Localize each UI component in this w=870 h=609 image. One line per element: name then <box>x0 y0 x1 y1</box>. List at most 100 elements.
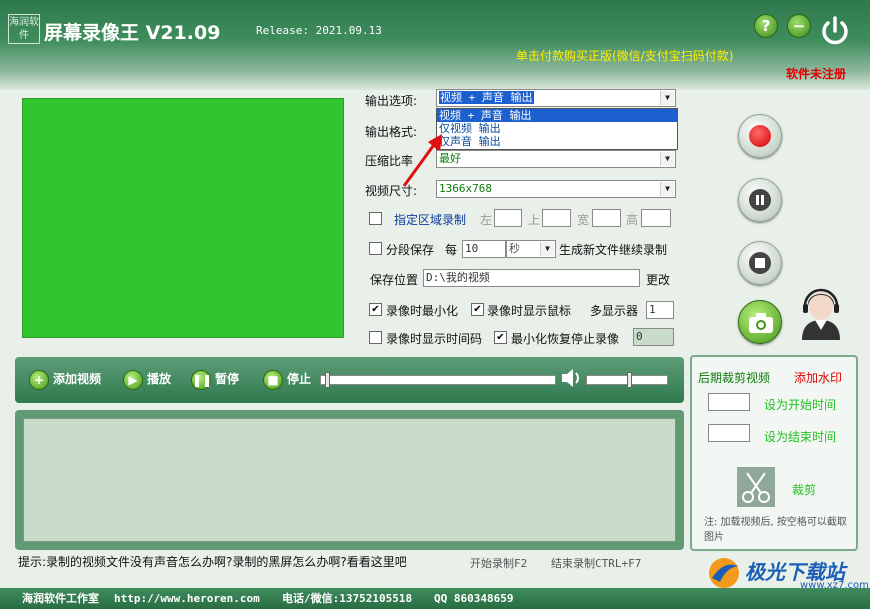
play-button[interactable]: ▶ 播放 <box>123 367 171 391</box>
phone-text: 电话/微信:13752105518 <box>282 592 413 605</box>
video-size-label: 视频尺寸: <box>365 184 418 198</box>
segment-input[interactable]: 10 <box>462 240 506 258</box>
region-checkbox[interactable] <box>369 212 382 225</box>
tip-link[interactable]: 提示:录制的视频文件没有声音怎么办啊?录制的黑屏怎么办啊?看看这里吧 <box>18 553 407 570</box>
pause-record-button[interactable] <box>738 178 782 222</box>
output-option-dropdown[interactable]: 视频 + 声音 输出 仅视频 输出 仅声音 输出 <box>436 108 678 150</box>
end-time-input[interactable] <box>708 424 750 442</box>
region-label[interactable]: 指定区域录制 <box>394 211 466 228</box>
timecode-checkbox[interactable] <box>369 331 382 344</box>
video-list-panel <box>15 410 684 550</box>
show-mouse-label: 录像时显示鼠标 <box>487 304 572 318</box>
website-link[interactable]: http://www.heroren.com <box>114 588 260 609</box>
set-start-link[interactable]: 设为开始时间 <box>764 396 836 413</box>
chevron-down-icon[interactable]: ▼ <box>660 152 674 166</box>
segment-unit-select[interactable]: 秒 ▼ <box>506 240 556 258</box>
release-date: Release: 2021.09.13 <box>256 24 382 37</box>
show-mouse-checkbox[interactable]: ✔ <box>471 303 484 316</box>
compression-select[interactable]: 最好 ▼ <box>436 150 676 168</box>
every-label: 每 <box>445 243 458 257</box>
volume-icon[interactable] <box>559 366 581 390</box>
progress-thumb[interactable] <box>325 372 330 388</box>
camera-icon <box>749 313 773 333</box>
dropdown-option[interactable]: 仅声音 输出 <box>437 135 677 148</box>
output-format-label: 输出格式: <box>365 125 418 139</box>
cut-link[interactable]: 裁剪 <box>792 481 816 498</box>
power-icon[interactable] <box>818 14 852 48</box>
start-time-input[interactable] <box>708 393 750 411</box>
site-watermark-url: www.xz7.com <box>800 580 869 591</box>
studio-name: 海润软件工作室 <box>22 592 99 605</box>
top-input[interactable] <box>542 209 571 227</box>
segment-suffix: 生成新文件继续录制 <box>559 243 668 257</box>
pause-button[interactable]: ❚❚ 暂停 <box>191 367 239 391</box>
app-title: 屏幕录像王 V21.09 <box>44 22 221 44</box>
add-watermark-link[interactable]: 添加水印 <box>794 369 842 386</box>
multi-display-label: 多显示器 <box>590 304 639 318</box>
progress-slider[interactable] <box>320 372 556 388</box>
left-input[interactable] <box>494 209 522 227</box>
help-button[interactable]: ? <box>754 14 778 38</box>
volume-slider[interactable] <box>586 372 668 388</box>
site-logo-icon <box>709 558 739 588</box>
trim-title: 后期裁剪视频 <box>698 371 771 385</box>
trim-note: 注: 加载视频后, 按空格可以截取图片 <box>704 517 847 543</box>
segment-checkbox[interactable] <box>369 242 382 255</box>
plus-icon: + <box>29 369 49 390</box>
dropdown-option[interactable]: 视频 + 声音 输出 <box>437 109 677 122</box>
minimize-button[interactable]: − <box>787 14 811 38</box>
multi-display-input[interactable]: 1 <box>646 301 674 319</box>
width-input[interactable] <box>592 209 621 227</box>
change-location-link[interactable]: 更改 <box>646 271 670 288</box>
trim-panel: 后期裁剪视频 添加水印 设为开始时间 设为结束时间 裁剪 注: 加载视频后, 按… <box>690 355 858 551</box>
volume-thumb[interactable] <box>627 372 632 388</box>
timecode-label: 录像时显示时间码 <box>386 332 483 346</box>
stop-hotkey: 结束录制CTRL+F7 <box>551 557 642 570</box>
qq-text: QQ 860348659 <box>434 592 514 605</box>
video-preview <box>22 98 344 338</box>
screenshot-button[interactable] <box>738 300 782 344</box>
save-location-label: 保存位置 <box>370 273 419 287</box>
chevron-down-icon[interactable]: ▼ <box>660 91 674 105</box>
pause-icon: ❚❚ <box>191 369 212 390</box>
output-option-label: 输出选项: <box>365 94 418 108</box>
add-video-button[interactable]: + 添加视频 <box>29 367 101 391</box>
record-icon <box>749 125 771 147</box>
segment-label: 分段保存 <box>386 243 435 257</box>
pause-icon <box>749 189 771 211</box>
minimize-restore-checkbox[interactable]: ✔ <box>494 331 507 344</box>
stop-icon <box>749 252 771 274</box>
minimize-record-checkbox[interactable]: ✔ <box>369 303 382 316</box>
start-hotkey: 开始录制F2 <box>470 557 528 570</box>
unregistered-status: 软件未注册 <box>786 67 847 81</box>
restore-input[interactable]: 0 <box>633 328 674 346</box>
set-end-link[interactable]: 设为结束时间 <box>764 428 836 445</box>
stop-button[interactable]: ■ 停止 <box>263 367 311 391</box>
scissors-icon[interactable] <box>737 467 775 507</box>
height-label: 高 <box>626 213 639 227</box>
support-avatar-icon[interactable] <box>794 284 848 340</box>
compression-label: 压缩比率 <box>365 154 414 168</box>
video-list[interactable] <box>23 418 676 542</box>
buy-link[interactable]: 单击付款购买正版(微信/支付宝扫码付款) <box>516 47 733 64</box>
stop-icon: ■ <box>263 369 283 390</box>
record-button[interactable] <box>738 114 782 158</box>
width-label: 宽 <box>577 213 590 227</box>
minimize-record-label: 录像时最小化 <box>386 304 459 318</box>
top-label: 上 <box>528 213 541 227</box>
app-logo: 海润软件 <box>8 14 40 44</box>
playback-toolbar: + 添加视频 ▶ 播放 ❚❚ 暂停 ■ 停止 <box>15 357 684 403</box>
play-icon: ▶ <box>123 369 143 390</box>
video-size-select[interactable]: 1366x768 ▼ <box>436 180 676 198</box>
footer-bar: 海润软件工作室 http://www.heroren.com 电话/微信:137… <box>0 588 870 609</box>
output-option-select[interactable]: 视频 + 声音 输出 ▼ <box>436 89 676 107</box>
save-location-input[interactable]: D:\我的视频 <box>423 269 640 287</box>
dropdown-option[interactable]: 仅视频 输出 <box>437 122 677 135</box>
chevron-down-icon[interactable]: ▼ <box>660 182 674 196</box>
chevron-down-icon[interactable]: ▼ <box>540 242 554 256</box>
left-label: 左 <box>480 213 493 227</box>
minimize-restore-label: 最小化恢复停止录像 <box>511 332 620 346</box>
height-input[interactable] <box>641 209 671 227</box>
stop-record-button[interactable] <box>738 241 782 285</box>
title-bar: 海润软件 屏幕录像王 V21.09 Release: 2021.09.13 单击… <box>0 0 870 90</box>
